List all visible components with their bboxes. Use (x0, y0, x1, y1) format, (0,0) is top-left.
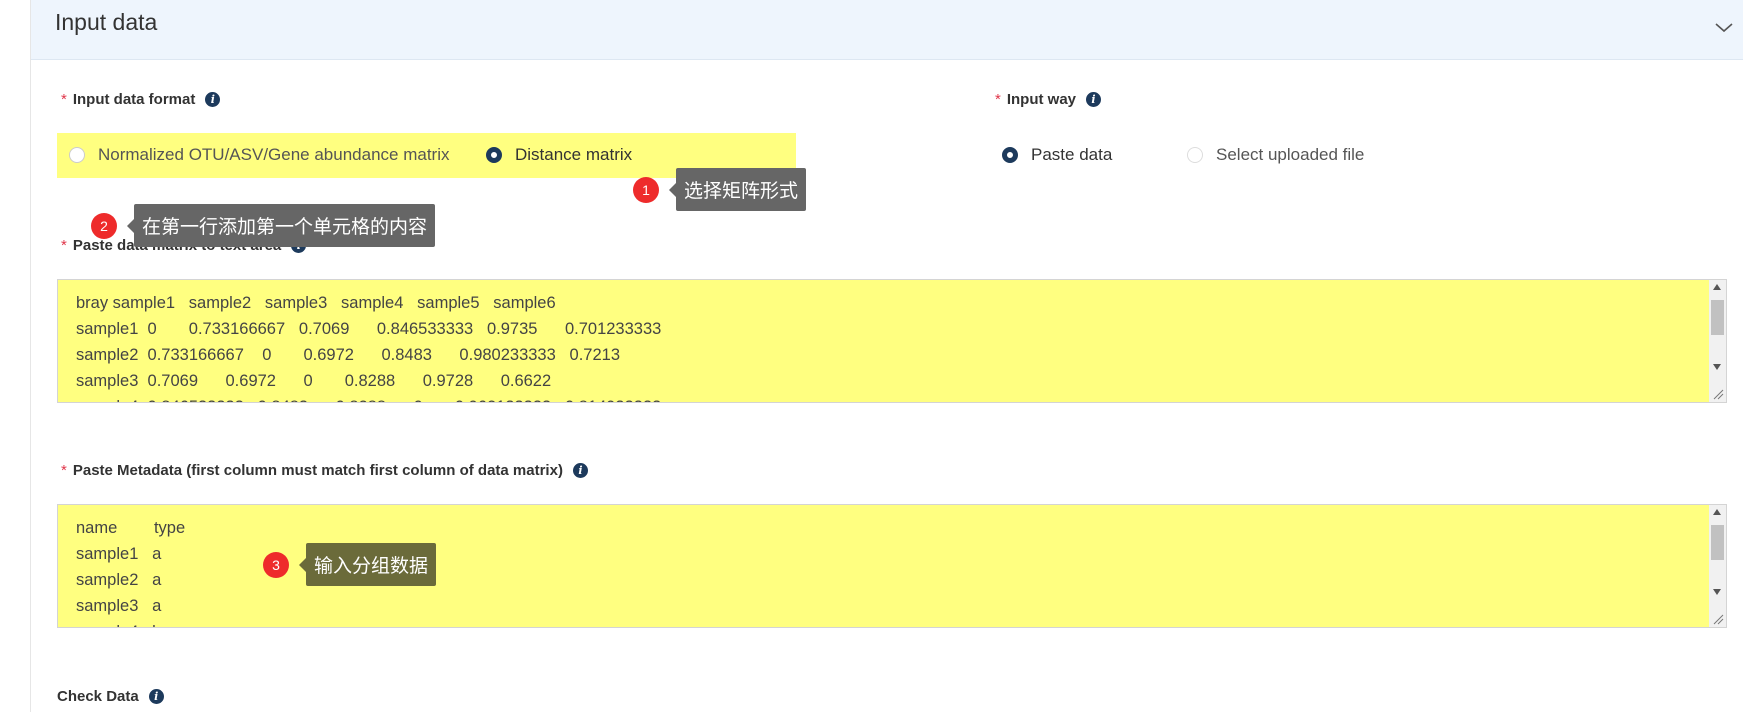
check-data-label-text: Check Data (57, 688, 139, 705)
scroll-down-icon[interactable] (1713, 364, 1721, 370)
left-border (30, 0, 31, 712)
input-way-label: * Input way i (995, 91, 1102, 108)
radio-label: Normalized OTU/ASV/Gene abundance matrix (98, 145, 450, 164)
radio-label: Select uploaded file (1216, 145, 1365, 164)
radio-distance-matrix[interactable]: Distance matrix (486, 145, 632, 165)
left-gutter (0, 0, 30, 712)
metadata-label: * Paste Metadata (first column must matc… (61, 462, 588, 479)
input-way-label-text: Input way (1006, 91, 1077, 108)
annotation-tooltip-2: 2 在第一行添加第一个单元格的内容 (91, 204, 436, 247)
step-badge: 3 (263, 551, 289, 578)
tooltip-text: 在第一行添加第一个单元格的内容 (134, 204, 436, 247)
step-badge: 2 (91, 212, 117, 239)
resize-grip-icon[interactable] (1712, 388, 1724, 400)
scrollbar[interactable] (1709, 505, 1726, 627)
tooltip-arrow (669, 182, 676, 197)
scrollbar[interactable] (1709, 280, 1726, 402)
scroll-down-icon[interactable] (1713, 589, 1721, 595)
info-icon[interactable]: i (205, 92, 221, 107)
input-format-label-text: Input data format (72, 91, 196, 108)
annotation-tooltip-3: 3 输入分组数据 (263, 543, 437, 586)
matrix-textarea[interactable]: bray sample1 sample2 sample3 sample4 sam… (57, 279, 1727, 403)
panel-header[interactable]: Input data (31, 0, 1743, 60)
radio-label: Paste data (1031, 145, 1113, 164)
scroll-up-icon[interactable] (1713, 284, 1721, 290)
resize-grip-icon[interactable] (1712, 613, 1724, 625)
scroll-thumb[interactable] (1711, 525, 1724, 560)
radio-label: Distance matrix (515, 145, 633, 164)
check-data-label: Check Data i (57, 688, 164, 705)
panel-title: Input data (55, 9, 158, 35)
tooltip-text: 选择矩阵形式 (676, 168, 807, 211)
radio-normalized-abundance[interactable]: Normalized OTU/ASV/Gene abundance matrix (69, 145, 450, 165)
radio-circle-checked[interactable] (486, 147, 502, 163)
required-mark: * (61, 91, 67, 108)
chevron-down-icon[interactable] (1711, 14, 1737, 40)
step-badge: 1 (633, 176, 659, 203)
info-icon[interactable]: i (1086, 92, 1102, 107)
required-mark: * (995, 91, 1001, 108)
metadata-label-text: Paste Metadata (first column must match … (72, 462, 563, 479)
tooltip-text: 输入分组数据 (306, 543, 437, 586)
matrix-text[interactable]: bray sample1 sample2 sample3 sample4 sam… (58, 280, 1726, 402)
tooltip-arrow (299, 557, 306, 572)
scroll-thumb[interactable] (1711, 300, 1724, 335)
radio-circle-unchecked[interactable] (1187, 147, 1203, 163)
info-icon[interactable]: i (148, 689, 164, 704)
info-icon[interactable]: i (572, 463, 588, 478)
scroll-up-icon[interactable] (1713, 509, 1721, 515)
radio-paste-data[interactable]: Paste data (1002, 145, 1112, 165)
input-format-label: * Input data format i (61, 91, 221, 108)
tooltip-arrow (127, 218, 134, 233)
required-mark: * (61, 237, 67, 254)
radio-select-uploaded-file[interactable]: Select uploaded file (1187, 145, 1364, 165)
annotation-tooltip-1: 1 选择矩阵形式 (633, 168, 807, 211)
required-mark: * (61, 462, 67, 479)
radio-circle-unchecked[interactable] (69, 147, 85, 163)
radio-circle-checked[interactable] (1002, 147, 1018, 163)
